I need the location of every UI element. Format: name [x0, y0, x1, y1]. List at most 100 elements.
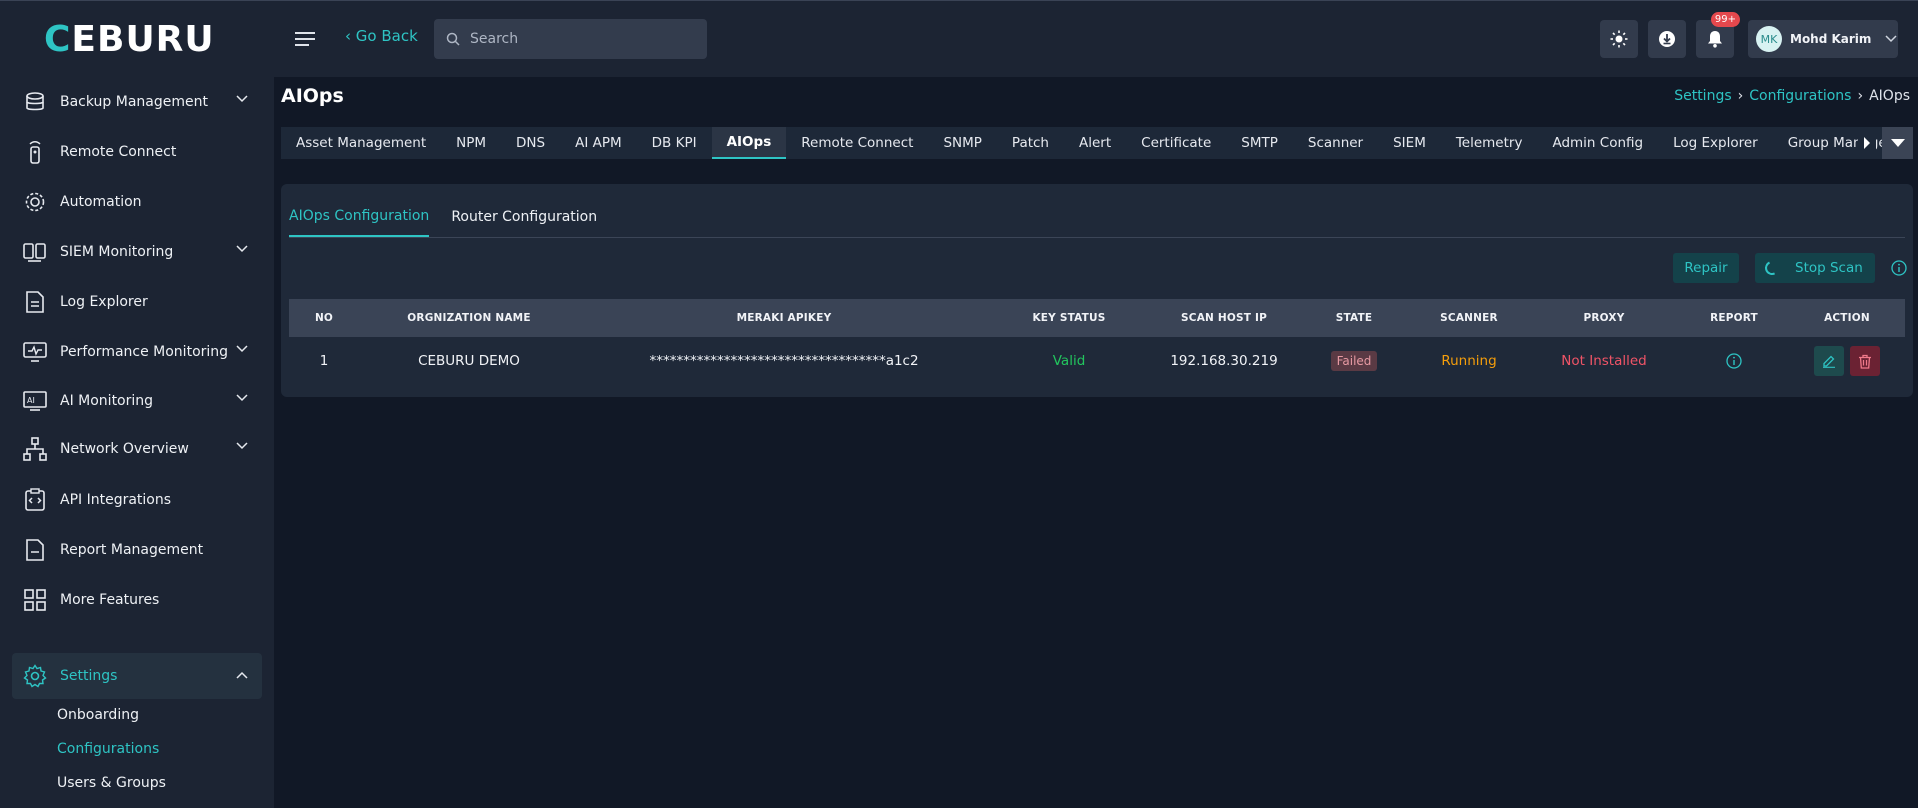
chevron-down-icon — [1885, 35, 1897, 43]
cell-proxy: Not Installed — [1561, 353, 1647, 369]
sidebar-item-remote-connect[interactable]: Remote Connect — [12, 130, 262, 174]
sidebar-item-ai-monitoring[interactable]: AI AI Monitoring — [12, 379, 262, 423]
sidebar-item-performance-monitoring[interactable]: Performance Monitoring — [12, 330, 262, 374]
tab-siem[interactable]: SIEM — [1378, 127, 1441, 159]
subtab-router-configuration[interactable]: Router Configuration — [451, 196, 597, 237]
status-badge: Failed — [1330, 351, 1378, 371]
download-button[interactable] — [1648, 20, 1686, 58]
tab-db-kpi[interactable]: DB KPI — [637, 127, 712, 159]
tab-asset-management[interactable]: Asset Management — [281, 127, 441, 159]
cell-action — [1789, 339, 1905, 383]
cell-key-status: Valid — [1052, 353, 1086, 369]
ceburu-logo[interactable]: CEBURU — [44, 19, 224, 59]
table-header: NO ORGNIZATION NAME MERAKI APIKEY KEY ST… — [289, 299, 1905, 337]
caret-right-icon — [1864, 137, 1870, 149]
go-back-link[interactable]: ‹ Go Back — [345, 27, 418, 45]
spinner-icon — [1763, 259, 1781, 277]
settings-icon — [22, 663, 48, 689]
sidebar-item-label: Network Overview — [60, 441, 189, 457]
page-title: AIOps — [281, 85, 344, 107]
sidebar-item-backup-management[interactable]: Backup Management — [12, 80, 262, 124]
sidebar-item-label: Remote Connect — [60, 144, 177, 160]
tab-log-explorer[interactable]: Log Explorer — [1658, 127, 1773, 159]
sidebar-item-label: More Features — [60, 592, 160, 608]
sidebar-item-settings[interactable]: Settings — [12, 653, 262, 699]
subtabs: AIOps Configuration Router Configuration — [289, 196, 1905, 238]
user-menu[interactable]: MK Mohd Karim — [1748, 20, 1898, 58]
breadcrumb-settings[interactable]: Settings — [1674, 88, 1731, 104]
col-meraki-apikey: MERAKI APIKEY — [736, 312, 832, 324]
tab-certificate[interactable]: Certificate — [1126, 127, 1226, 159]
tabs-scroll-right-button[interactable] — [1858, 127, 1876, 159]
sidebar-item-label: Backup Management — [60, 94, 208, 110]
caret-down-icon — [1890, 139, 1905, 147]
col-action: ACTION — [1824, 312, 1870, 324]
edit-button[interactable] — [1814, 346, 1844, 376]
tabs-dropdown-button[interactable] — [1882, 127, 1913, 159]
tab-ai-apm[interactable]: AI APM — [560, 127, 637, 159]
sidebar-subitem-users-groups[interactable]: Users & Groups — [57, 775, 166, 791]
tab-telemetry[interactable]: Telemetry — [1441, 127, 1538, 159]
col-scan-host-ip: SCAN HOST IP — [1181, 312, 1267, 324]
tab-smtp[interactable]: SMTP — [1226, 127, 1293, 159]
cell-scanner: Running — [1441, 353, 1497, 369]
trash-icon — [1859, 354, 1871, 369]
logo-wordmark: CEBURU — [44, 19, 215, 59]
cell-org-name: CEBURU DEMO — [418, 353, 520, 369]
cell-report — [1679, 339, 1789, 383]
tab-dns[interactable]: DNS — [501, 127, 560, 159]
cell-apikey: ***********************************a1c2 — [649, 353, 919, 369]
svg-text:AI: AI — [27, 396, 35, 405]
tab-npm[interactable]: NPM — [441, 127, 501, 159]
sidebar-item-label: Performance Monitoring — [60, 344, 229, 360]
report-info-icon[interactable] — [1726, 353, 1742, 369]
network-icon — [22, 436, 48, 462]
theme-toggle-button[interactable] — [1600, 20, 1638, 58]
app-root: CEBURU ‹ Go Back 99+ MK Mohd Karim — [0, 0, 1918, 808]
sidebar-item-more-features[interactable]: More Features — [12, 578, 262, 622]
breadcrumb-configurations[interactable]: Configurations — [1749, 88, 1851, 104]
search-input[interactable] — [470, 31, 690, 47]
edit-icon — [1823, 355, 1835, 368]
sidebar-subitem-configurations[interactable]: Configurations — [57, 741, 159, 757]
tab-aiops[interactable]: AIOps — [711, 127, 787, 159]
delete-button[interactable] — [1850, 346, 1880, 376]
tab-remote-connect[interactable]: Remote Connect — [786, 127, 928, 159]
sidebar-item-automation[interactable]: Automation — [12, 180, 262, 224]
sidebar-item-siem-monitoring[interactable]: SIEM Monitoring — [12, 230, 262, 274]
menu-toggle-icon[interactable] — [295, 28, 321, 50]
info-icon[interactable] — [1891, 260, 1907, 276]
chevron-down-icon — [236, 394, 248, 402]
notifications-button[interactable]: 99+ — [1696, 12, 1740, 58]
col-no: NO — [314, 312, 334, 324]
chevron-down-icon — [236, 345, 248, 353]
col-organization-name: ORGNIZATION NAME — [407, 312, 531, 324]
cell-no: 1 — [319, 353, 329, 369]
sidebar-item-label: Settings — [60, 668, 118, 684]
avatar: MK — [1756, 26, 1782, 52]
tab-snmp[interactable]: SNMP — [928, 127, 996, 159]
tab-alert[interactable]: Alert — [1064, 127, 1126, 159]
tab-patch[interactable]: Patch — [997, 127, 1064, 159]
sidebar-item-network-overview[interactable]: Network Overview — [12, 427, 262, 471]
stop-scan-button[interactable]: Stop Scan — [1755, 253, 1875, 283]
col-proxy: PROXY — [1583, 312, 1625, 324]
document-icon — [22, 289, 48, 315]
svg-text:CEBURU: CEBURU — [44, 19, 215, 59]
breadcrumb-separator: › — [1857, 88, 1864, 104]
sidebar-subitem-onboarding[interactable]: Onboarding — [57, 707, 139, 723]
sidebar-item-log-explorer[interactable]: Log Explorer — [12, 280, 262, 324]
sidebar-item-api-integrations[interactable]: API Integrations — [12, 478, 262, 522]
siem-icon — [22, 239, 48, 265]
tab-scanner[interactable]: Scanner — [1293, 127, 1378, 159]
bell-icon — [1708, 31, 1722, 48]
download-icon — [1659, 31, 1675, 47]
repair-button[interactable]: Repair — [1673, 253, 1739, 283]
sidebar-item-report-management[interactable]: Report Management — [12, 528, 262, 572]
col-report: REPORT — [1710, 312, 1758, 324]
col-scanner: SCANNER — [1440, 312, 1498, 324]
subtab-aiops-configuration[interactable]: AIOps Configuration — [289, 196, 430, 237]
tab-admin-config[interactable]: Admin Config — [1537, 127, 1658, 159]
search-box[interactable] — [434, 19, 707, 59]
top-header: CEBURU ‹ Go Back 99+ MK Mohd Karim — [0, 0, 1918, 77]
